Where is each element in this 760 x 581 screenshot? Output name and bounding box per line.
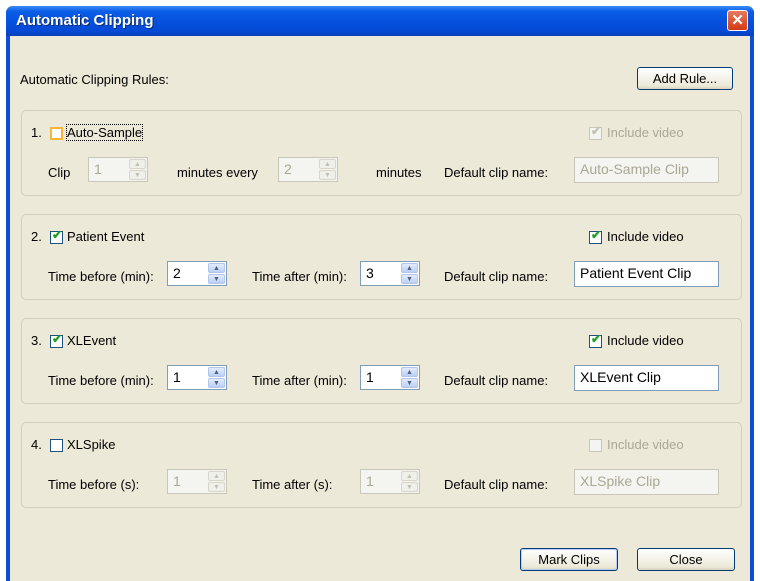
rule-enable-checkbox[interactable] bbox=[50, 127, 63, 140]
rule-number: 4. bbox=[31, 437, 42, 452]
stepper-value: 1 bbox=[173, 473, 181, 489]
stepper-value: 2 bbox=[173, 265, 181, 281]
close-window-button[interactable]: ✕ bbox=[727, 10, 748, 31]
mark-clips-button-label: Mark Clips bbox=[538, 552, 600, 567]
window-title: Automatic Clipping bbox=[16, 12, 154, 29]
stepper-value: 1 bbox=[173, 369, 181, 385]
time-before-stepper[interactable]: 2 ▲ ▼ bbox=[167, 261, 227, 286]
default-clip-name-input[interactable]: XLSpike Clip bbox=[574, 469, 719, 495]
include-video-checkbox[interactable]: ✔ bbox=[589, 124, 602, 140]
default-clip-name-input[interactable]: XLEvent Clip bbox=[574, 365, 719, 391]
spin-up-icon[interactable]: ▲ bbox=[319, 159, 336, 169]
include-video-checkbox[interactable] bbox=[589, 439, 602, 452]
stepper-value: 1 bbox=[94, 161, 102, 177]
spin-down-icon[interactable]: ▼ bbox=[208, 378, 225, 388]
spin-up-icon[interactable]: ▲ bbox=[401, 263, 418, 273]
title-bar[interactable]: Automatic Clipping ✕ bbox=[6, 6, 754, 36]
clip-minutes-stepper[interactable]: 1 ▲ ▼ bbox=[88, 157, 148, 182]
rule-group-auto-sample: 1. Auto-Sample ✔ Include video Clip 1 ▲ ▼… bbox=[21, 110, 742, 196]
time-after-stepper[interactable]: 3 ▲ ▼ bbox=[360, 261, 420, 286]
check-icon: ✔ bbox=[591, 332, 602, 346]
rules-label: Automatic Clipping Rules: bbox=[20, 72, 169, 87]
spin-up-icon[interactable]: ▲ bbox=[401, 471, 418, 481]
check-icon: ✔ bbox=[591, 228, 602, 242]
dialog-body: Automatic Clipping Rules: Add Rule... 1.… bbox=[10, 36, 750, 581]
spin-up-icon[interactable]: ▲ bbox=[208, 471, 225, 481]
close-button-label: Close bbox=[669, 552, 703, 567]
stepper-value: 2 bbox=[284, 161, 292, 177]
spin-down-icon[interactable]: ▼ bbox=[401, 378, 418, 388]
include-video-checkbox[interactable]: ✔ bbox=[589, 228, 602, 244]
include-video-label: Include video bbox=[607, 125, 684, 140]
check-icon: ✔ bbox=[591, 124, 602, 138]
check-icon: ✔ bbox=[52, 228, 63, 242]
default-clip-name-input[interactable]: Auto-Sample Clip bbox=[574, 157, 719, 183]
every-minutes-stepper[interactable]: 2 ▲ ▼ bbox=[278, 157, 338, 182]
spin-up-icon[interactable]: ▲ bbox=[401, 367, 418, 377]
check-icon: ✔ bbox=[52, 332, 63, 346]
include-video-label: Include video bbox=[607, 333, 684, 348]
mark-clips-button[interactable]: Mark Clips bbox=[520, 548, 618, 571]
stepper-value: 1 bbox=[366, 369, 374, 385]
time-after-stepper[interactable]: 1 ▲ ▼ bbox=[360, 365, 420, 390]
rule-group-patient-event: 2. ✔ Patient Event ✔ Include video Time … bbox=[21, 214, 742, 300]
include-video-label: Include video bbox=[607, 229, 684, 244]
time-before-stepper[interactable]: 1 ▲ ▼ bbox=[167, 469, 227, 494]
default-clip-name-label: Default clip name: bbox=[444, 269, 549, 284]
rule-name: XLSpike bbox=[67, 437, 116, 452]
rule-name: XLEvent bbox=[67, 333, 117, 348]
spin-down-icon[interactable]: ▼ bbox=[401, 274, 418, 284]
time-before-stepper[interactable]: 1 ▲ ▼ bbox=[167, 365, 227, 390]
include-video-checkbox[interactable]: ✔ bbox=[589, 332, 602, 348]
stepper-value: 3 bbox=[366, 265, 374, 281]
time-after-label: Time after (min): bbox=[252, 373, 347, 388]
spin-down-icon[interactable]: ▼ bbox=[129, 170, 146, 180]
minutes-every-label: minutes every bbox=[177, 165, 258, 180]
rule-number: 1. bbox=[31, 125, 42, 140]
spin-down-icon[interactable]: ▼ bbox=[401, 482, 418, 492]
default-clip-name-input[interactable]: Patient Event Clip bbox=[574, 261, 719, 287]
default-clip-name-label: Default clip name: bbox=[444, 477, 549, 492]
spin-down-icon[interactable]: ▼ bbox=[208, 482, 225, 492]
clip-label: Clip bbox=[48, 165, 71, 180]
rule-group-xlspike: 4. XLSpike Include video Time before (s)… bbox=[21, 422, 742, 508]
default-clip-name-label: Default clip name: bbox=[444, 373, 549, 388]
rule-enable-checkbox[interactable]: ✔ bbox=[50, 228, 63, 244]
stepper-value: 1 bbox=[366, 473, 374, 489]
rule-name: Auto-Sample bbox=[65, 124, 144, 141]
rule-enable-checkbox[interactable]: ✔ bbox=[50, 332, 63, 348]
rule-number: 2. bbox=[31, 229, 42, 244]
default-clip-name-label: Default clip name: bbox=[444, 165, 549, 180]
add-rule-button-label: Add Rule... bbox=[652, 71, 718, 86]
spin-down-icon[interactable]: ▼ bbox=[208, 274, 225, 284]
spin-up-icon[interactable]: ▲ bbox=[208, 367, 225, 377]
rule-enable-checkbox[interactable] bbox=[50, 439, 63, 452]
minutes-label: minutes bbox=[376, 165, 422, 180]
rule-number: 3. bbox=[31, 333, 42, 348]
spin-up-icon[interactable]: ▲ bbox=[208, 263, 225, 273]
time-after-stepper[interactable]: 1 ▲ ▼ bbox=[360, 469, 420, 494]
add-rule-button[interactable]: Add Rule... bbox=[637, 67, 733, 90]
time-before-label: Time before (min): bbox=[48, 373, 154, 388]
close-button[interactable]: Close bbox=[637, 548, 735, 571]
rule-name: Patient Event bbox=[67, 229, 145, 244]
spin-up-icon[interactable]: ▲ bbox=[129, 159, 146, 169]
time-before-label: Time before (s): bbox=[48, 477, 140, 492]
dialog-window: Automatic Clipping ✕ Automatic Clipping … bbox=[6, 6, 754, 581]
close-icon: ✕ bbox=[731, 12, 744, 29]
time-after-label: Time after (min): bbox=[252, 269, 347, 284]
rule-group-xlevent: 3. ✔ XLEvent ✔ Include video Time before… bbox=[21, 318, 742, 404]
time-before-label: Time before (min): bbox=[48, 269, 154, 284]
include-video-label: Include video bbox=[607, 437, 684, 452]
time-after-label: Time after (s): bbox=[252, 477, 333, 492]
spin-down-icon[interactable]: ▼ bbox=[319, 170, 336, 180]
